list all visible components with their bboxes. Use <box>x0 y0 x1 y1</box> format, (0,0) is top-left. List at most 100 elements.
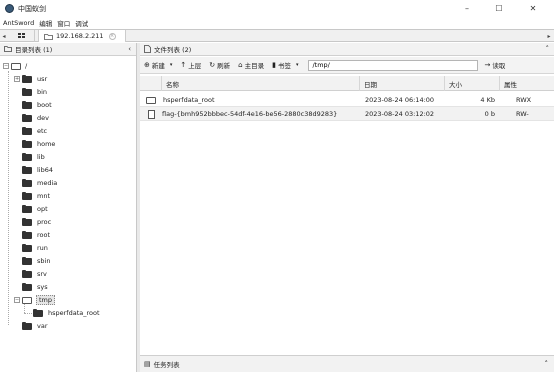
folder-icon <box>22 243 32 252</box>
menu-debug[interactable]: 调试 <box>75 18 88 28</box>
menu-antsword[interactable]: AntSword <box>3 19 34 27</box>
tree-node-etc[interactable]: etc <box>22 125 47 137</box>
chevron-down-icon: ▾ <box>295 62 299 68</box>
tree-node-bin[interactable]: bin <box>22 86 47 98</box>
tab-close-icon[interactable]: × <box>108 32 116 40</box>
new-button[interactable]: ⊕ 新建 ▾ <box>144 60 172 70</box>
grid-icon <box>17 33 25 38</box>
tree-node-label: home <box>37 140 56 148</box>
close-window-button[interactable]: ✕ <box>522 1 544 15</box>
tree-node-usr[interactable]: + usr <box>14 73 47 85</box>
task-panel: ▤ 任务列表 ˄ <box>140 355 554 372</box>
file-size: 4 Kb <box>480 96 495 104</box>
file-panel-header: 文件列表 (2) ˄ <box>140 43 554 56</box>
tab-label: 192.168.2.211 <box>56 32 104 40</box>
folder-icon <box>22 282 32 291</box>
title-bar: 中国蚁剑 – ☐ ✕ <box>0 0 554 17</box>
tree-node-var[interactable]: var <box>22 320 48 332</box>
file-icon <box>148 109 155 119</box>
tree-node-label: var <box>37 322 48 330</box>
file-row[interactable]: flag-{bmh952bbbec-54df-4e16-be56-2880c38… <box>140 107 554 121</box>
tree-node-label: boot <box>37 101 52 109</box>
menu-bar: AntSword 编辑 窗口 调试 <box>0 17 554 29</box>
arrow-up-icon: ↑ <box>180 61 187 69</box>
folder-icon <box>22 256 32 265</box>
folder-icon <box>22 113 32 122</box>
folder-icon <box>22 139 32 148</box>
collapse-root-icon[interactable]: − <box>3 63 9 69</box>
tab-shell-session[interactable]: 192.168.2.211 × <box>38 30 126 42</box>
minimize-button[interactable]: – <box>456 1 478 15</box>
maximize-button[interactable]: ☐ <box>488 1 510 15</box>
read-label: 读取 <box>492 62 506 70</box>
path-input[interactable] <box>308 59 479 71</box>
collapse-left-panel-icon[interactable]: ‹ <box>128 45 131 53</box>
size-column-header[interactable]: 大小 <box>445 76 500 91</box>
folder-outline-icon <box>44 33 53 40</box>
file-name: flag-{bmh952bbbec-54df-4e16-be56-2880c38… <box>162 110 338 118</box>
menu-window[interactable]: 窗口 <box>57 18 70 28</box>
folder-icon <box>22 178 32 187</box>
home-button[interactable]: ⌂ 主目录 <box>238 60 264 70</box>
attr-column-header[interactable]: 属性 <box>500 76 554 91</box>
tree-node-boot[interactable]: boot <box>22 99 52 111</box>
collapse-file-panel-icon[interactable]: ˄ <box>546 45 550 53</box>
tree-node-label: usr <box>37 75 48 83</box>
collapse-tmp-icon[interactable]: − <box>14 297 20 303</box>
tree-node-tmp[interactable]: − tmp <box>14 294 56 306</box>
tree-node-label: bin <box>37 88 48 96</box>
chevron-down-icon: ▾ <box>169 62 173 68</box>
menu-edit[interactable]: 编辑 <box>39 18 52 28</box>
home-label: 主目录 <box>244 62 265 70</box>
tree-node-srv[interactable]: srv <box>22 268 47 280</box>
tree-node-dev[interactable]: dev <box>22 112 49 124</box>
expand-task-panel-icon[interactable]: ˄ <box>545 360 549 368</box>
tree-node-sbin[interactable]: sbin <box>22 255 50 267</box>
read-button[interactable]: → 读取 <box>484 60 505 70</box>
list-icon: ▤ <box>144 360 151 368</box>
folder-icon <box>33 308 43 317</box>
tree-node-media[interactable]: media <box>22 177 57 189</box>
refresh-button[interactable]: ↻ 刷新 <box>209 60 230 70</box>
bookmark-button[interactable]: ▮ 书签 ▾ <box>272 60 298 70</box>
tree-node-lib64[interactable]: lib64 <box>22 164 53 176</box>
tree-node-label: sys <box>37 283 48 291</box>
file-row[interactable]: hsperfdata_root 2023-08-24 06:14:00 4 Kb… <box>140 93 554 107</box>
folder-open-icon <box>11 62 21 70</box>
tree-node-label: root <box>37 231 51 239</box>
tree-node-hsperfdata-root[interactable]: hsperfdata_root <box>33 307 100 319</box>
tree-node-label: tmp <box>36 295 56 305</box>
tree-node-label: proc <box>37 218 52 226</box>
tab-scroll-left-icon[interactable]: ◂ <box>0 30 8 42</box>
task-panel-title: 任务列表 <box>153 361 180 369</box>
name-column-header[interactable]: 名称 <box>162 76 360 91</box>
date-column-header[interactable]: 日期 <box>360 76 445 91</box>
tree-node-lib[interactable]: lib <box>22 151 45 163</box>
folder-icon <box>22 87 32 96</box>
tab-scroll-right-icon[interactable]: ▸ <box>545 30 553 42</box>
tree-node-root-dir[interactable]: root <box>22 229 50 241</box>
file-attr: RW- <box>516 110 529 118</box>
tree-node-sys[interactable]: sys <box>22 281 48 293</box>
tree-node-label: hsperfdata_root <box>48 309 100 317</box>
expand-usr-icon[interactable]: + <box>14 76 20 82</box>
tab-home[interactable] <box>9 30 35 42</box>
folder-icon <box>22 152 32 161</box>
tree-node-label: dev <box>37 114 49 122</box>
tree-node-label: sbin <box>37 257 51 265</box>
tree-node-root[interactable]: − / <box>3 60 27 72</box>
refresh-label: 刷新 <box>217 62 231 70</box>
folder-outline-icon <box>146 96 156 104</box>
tree-node-opt[interactable]: opt <box>22 203 48 215</box>
up-button[interactable]: ↑ 上层 <box>180 60 201 70</box>
file-name: hsperfdata_root <box>163 96 215 104</box>
tree-node-home[interactable]: home <box>22 138 55 150</box>
tree-guide-line <box>8 71 9 325</box>
folder-icon <box>22 74 32 83</box>
refresh-icon: ↻ <box>209 61 216 69</box>
bookmark-label: 书签 <box>277 62 291 70</box>
tree-node-proc[interactable]: proc <box>22 216 51 228</box>
tree-node-run[interactable]: run <box>22 242 48 254</box>
tree-node-label: lib <box>37 153 45 161</box>
tree-node-mnt[interactable]: mnt <box>22 190 50 202</box>
